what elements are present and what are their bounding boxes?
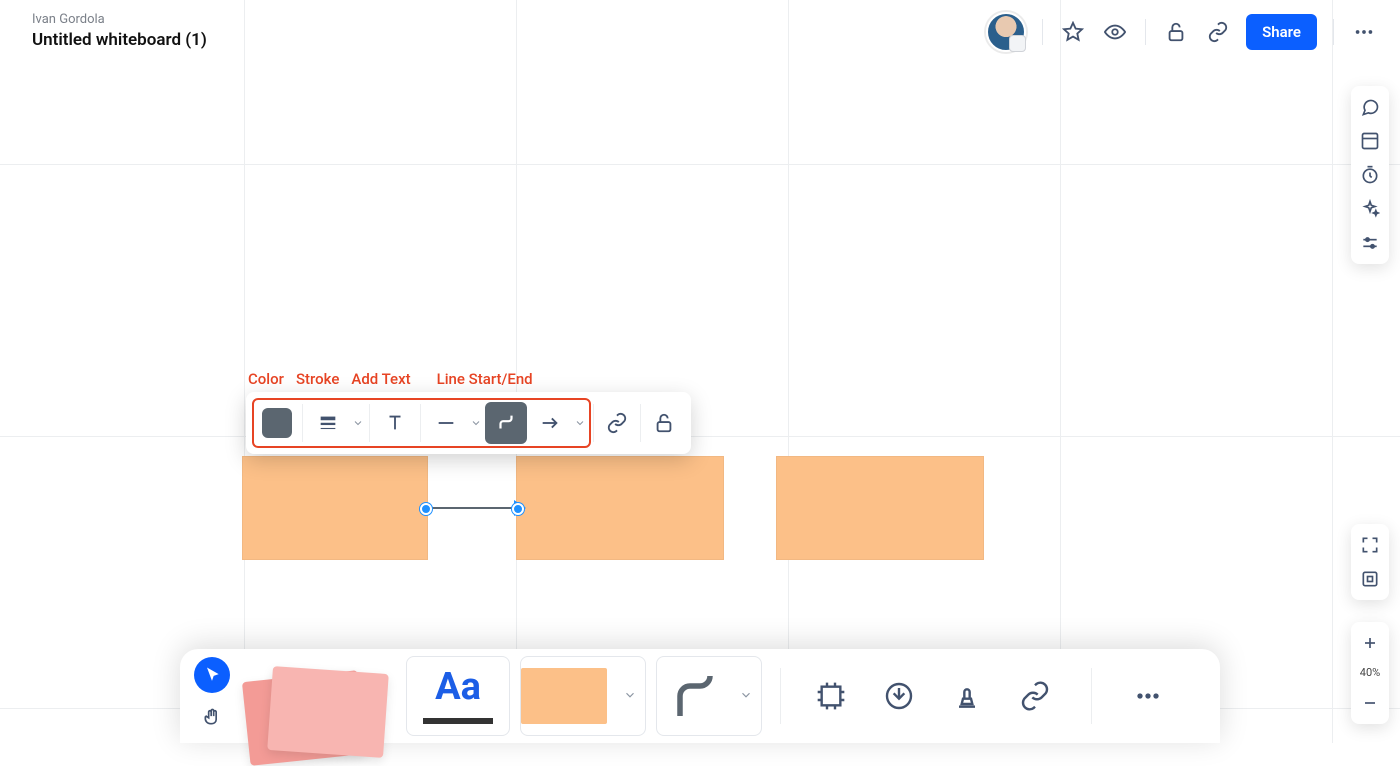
attach-link-button[interactable] — [596, 402, 638, 444]
shape-rect[interactable] — [776, 456, 984, 560]
context-toolbar-annotations: Color Stroke Add Text Line Start/End — [248, 370, 533, 388]
line-style-button[interactable] — [425, 402, 467, 444]
chevron-down-icon[interactable] — [351, 417, 365, 429]
chevron-down-icon[interactable] — [623, 687, 637, 706]
fit-screen-icon[interactable] — [1355, 530, 1385, 560]
text-tool-label: Aa — [435, 668, 481, 706]
hand-mode-button[interactable] — [194, 699, 230, 735]
lock-icon[interactable] — [1162, 18, 1190, 46]
annotation-line-se: Line Start/End — [437, 370, 533, 388]
chevron-down-icon[interactable] — [469, 417, 483, 429]
separator — [1333, 19, 1334, 45]
stroke-width-button[interactable] — [307, 402, 349, 444]
board-title[interactable]: Untitled whiteboard (1) — [32, 30, 207, 50]
connector-line[interactable] — [420, 503, 524, 513]
context-toolbar — [246, 392, 691, 454]
zoom-out-icon[interactable] — [1355, 688, 1385, 718]
shape-rect[interactable] — [242, 456, 428, 560]
sliders-icon[interactable] — [1355, 228, 1385, 258]
eye-icon[interactable] — [1101, 18, 1129, 46]
star-icon[interactable] — [1059, 18, 1087, 46]
link-icon[interactable] — [1204, 18, 1232, 46]
connector-tool[interactable] — [656, 656, 762, 736]
more-tools-icon[interactable] — [1128, 676, 1168, 716]
lock-element-button[interactable] — [643, 402, 685, 444]
comments-icon[interactable] — [1355, 92, 1385, 122]
side-panel-zoom: 40% — [1351, 622, 1389, 724]
sticky-note-tool[interactable] — [246, 666, 396, 746]
separator — [1042, 19, 1043, 45]
more-icon[interactable] — [1350, 18, 1378, 46]
chevron-down-icon[interactable] — [573, 417, 587, 429]
side-panel-fit — [1351, 524, 1389, 600]
embed-tool-icon[interactable] — [879, 676, 919, 716]
board-owner: Ivan Gordola — [32, 12, 207, 27]
link-tool-icon[interactable] — [1015, 676, 1055, 716]
whiteboard-canvas[interactable] — [0, 0, 1400, 743]
sparkle-icon[interactable] — [1355, 194, 1385, 224]
pointer-mode-button[interactable] — [194, 657, 230, 693]
timer-icon[interactable] — [1355, 160, 1385, 190]
annotation-stroke: Stroke — [296, 370, 339, 388]
text-tool[interactable]: Aa — [406, 656, 510, 736]
line-end-arrow-button[interactable] — [529, 402, 571, 444]
stamp-tool-icon[interactable] — [947, 676, 987, 716]
annotation-add-text: Add Text — [351, 370, 410, 388]
color-swatch[interactable] — [256, 402, 298, 444]
line-route-button[interactable] — [485, 402, 527, 444]
shape-preview — [521, 668, 607, 724]
layout-icon[interactable] — [1355, 126, 1385, 156]
frame-tool-icon[interactable] — [811, 676, 851, 716]
connector-handle-start[interactable] — [420, 503, 432, 515]
user-avatar[interactable] — [986, 12, 1026, 52]
connector-handle-end[interactable] — [512, 503, 524, 515]
zoom-in-icon[interactable] — [1355, 628, 1385, 658]
share-button[interactable]: Share — [1246, 14, 1317, 50]
shape-tool[interactable] — [520, 656, 646, 736]
zoom-level[interactable]: 40% — [1355, 662, 1385, 684]
shape-rect[interactable] — [516, 456, 724, 560]
add-text-button[interactable] — [374, 402, 416, 444]
separator — [1145, 19, 1146, 45]
chevron-down-icon[interactable] — [739, 687, 753, 706]
side-panel-tools — [1351, 86, 1389, 264]
bottom-dock: Aa — [180, 649, 1220, 743]
fit-selection-icon[interactable] — [1355, 564, 1385, 594]
annotation-color: Color — [248, 370, 284, 388]
